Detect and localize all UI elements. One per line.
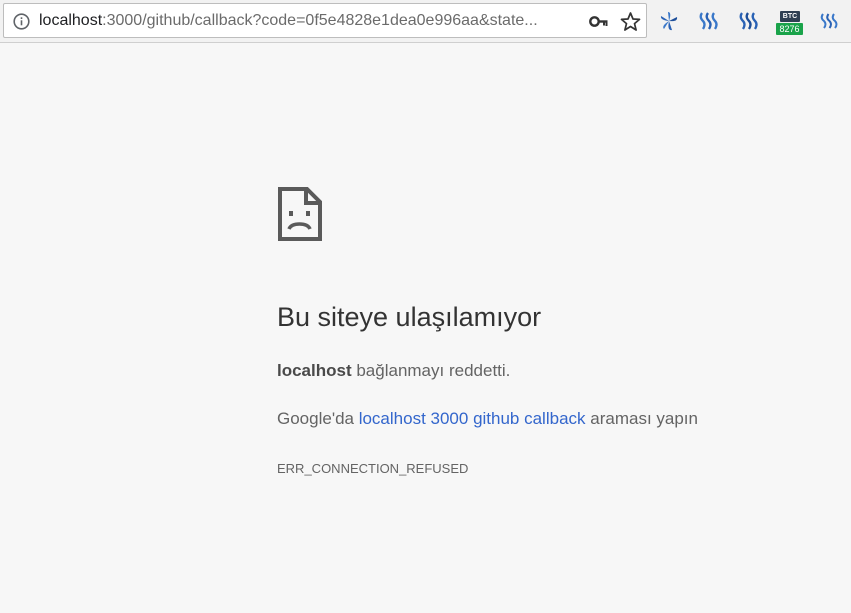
- error-message: localhost bağlanmayı reddetti.: [277, 361, 510, 381]
- search-suggestion: Google'da localhost 3000 github callback…: [277, 409, 698, 429]
- url-text[interactable]: localhost:3000/github/callback?code=0f5e…: [39, 4, 581, 37]
- search-link[interactable]: localhost 3000 github callback: [359, 409, 586, 428]
- address-bar[interactable]: localhost:3000/github/callback?code=0f5e…: [3, 3, 647, 38]
- search-suffix: araması yapın: [585, 409, 698, 428]
- url-path: :3000/github/callback?code=0f5e4828e1dea…: [102, 12, 538, 29]
- btc-price-badge: 8276: [776, 23, 803, 35]
- star-icon[interactable]: [620, 11, 641, 32]
- url-host: localhost: [39, 12, 103, 29]
- btc-label: BTC: [780, 11, 800, 22]
- browser-toolbar: localhost:3000/github/callback?code=0f5e…: [0, 0, 851, 43]
- steem-extension-icon-3[interactable]: [816, 7, 844, 35]
- info-icon[interactable]: [13, 13, 30, 30]
- error-code: ERR_CONNECTION_REFUSED: [277, 461, 469, 476]
- btc-ticker-extension[interactable]: BTC 8276: [776, 8, 803, 37]
- steem-extension-icon-2[interactable]: [736, 7, 764, 35]
- sad-document-icon: [278, 187, 322, 241]
- pinwheel-extension-icon[interactable]: [655, 7, 683, 35]
- error-message-text: bağlanmayı reddetti.: [351, 361, 511, 380]
- key-icon[interactable]: [589, 13, 609, 30]
- steem-extension-icon-1[interactable]: [696, 7, 724, 35]
- search-prefix: Google'da: [277, 409, 359, 428]
- error-title: Bu siteye ulaşılamıyor: [277, 302, 542, 332]
- error-host: localhost: [277, 361, 352, 380]
